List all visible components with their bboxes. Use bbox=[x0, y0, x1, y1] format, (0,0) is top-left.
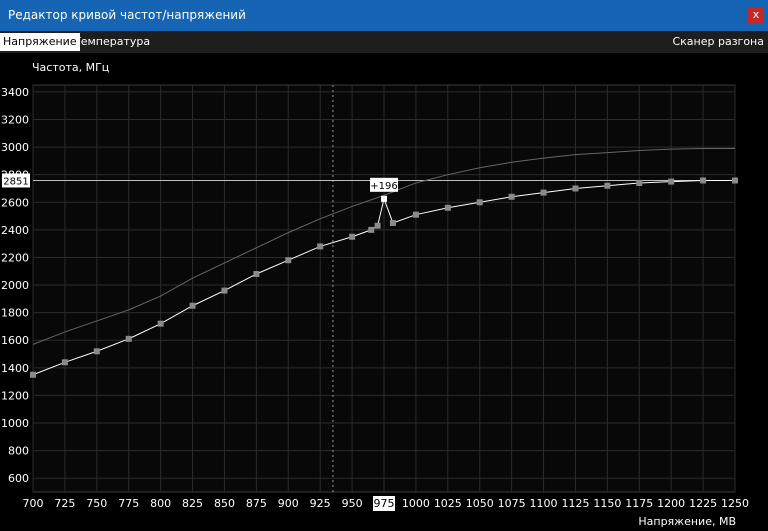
tab-voltage[interactable]: Напряжение bbox=[0, 33, 80, 51]
selected-curve-point bbox=[381, 195, 387, 202]
curve-point bbox=[374, 222, 381, 229]
curve-point bbox=[444, 204, 451, 211]
curve-point bbox=[253, 271, 260, 278]
y-tick-label: 600 bbox=[8, 472, 29, 485]
curve-point bbox=[125, 335, 132, 342]
x-tick-label: 900 bbox=[278, 497, 299, 510]
y-tick-label: 2800 bbox=[1, 169, 29, 182]
x-tick-label: 1100 bbox=[530, 497, 558, 510]
x-tick-label: 875 bbox=[246, 497, 267, 510]
offset-label-box bbox=[370, 177, 398, 192]
selected-voltage-label: 975 bbox=[374, 497, 395, 510]
x-tick-label: 825 bbox=[182, 497, 203, 510]
x-tick-label: 1125 bbox=[561, 497, 589, 510]
x-tick-label: 700 bbox=[23, 497, 44, 510]
x-tick-label: 950 bbox=[342, 497, 363, 510]
tab-temperature[interactable]: Температура bbox=[71, 33, 153, 51]
x-tick-label: 725 bbox=[54, 497, 75, 510]
curve-point bbox=[389, 219, 396, 226]
plot-area bbox=[32, 84, 736, 493]
curve-point bbox=[540, 189, 547, 196]
selected-voltage-highlight bbox=[373, 496, 395, 511]
vf-curve-chart[interactable]: 600 800 1000 1200 1400 1600 1800 2000 2200 2400 26… bbox=[0, 0, 768, 531]
y-tick-label: 2200 bbox=[1, 251, 29, 264]
x-tick-label: 850 bbox=[214, 497, 235, 510]
title-bar: Редактор кривой частот/напряжений x bbox=[0, 0, 768, 31]
curve-point bbox=[93, 348, 100, 355]
y-tick-label: 3000 bbox=[1, 141, 29, 154]
x-tick-label: 775 bbox=[118, 497, 139, 510]
window-title: Редактор кривой частот/напряжений bbox=[8, 8, 246, 22]
curve-point bbox=[476, 199, 483, 206]
curve-point bbox=[508, 193, 515, 200]
y-tick-label: 1200 bbox=[1, 389, 29, 402]
x-tick-label: 750 bbox=[86, 497, 107, 510]
y-tick-label: 800 bbox=[8, 445, 29, 458]
x-tick-label: 800 bbox=[150, 497, 171, 510]
y-tick-label: 1600 bbox=[1, 334, 29, 347]
curve-point bbox=[700, 177, 707, 184]
y-tick-label: 2000 bbox=[1, 279, 29, 292]
y-tick-label: 1400 bbox=[1, 362, 29, 375]
curve-point bbox=[285, 257, 292, 264]
curve-point bbox=[317, 243, 324, 250]
y-axis-title: Частота, МГц bbox=[32, 61, 110, 74]
x-tick-label: 1025 bbox=[434, 497, 462, 510]
curve-point bbox=[61, 359, 68, 366]
curve-point bbox=[368, 226, 375, 233]
x-tick-label: 1075 bbox=[498, 497, 526, 510]
curve-point bbox=[157, 320, 164, 327]
x-tick-label: 1175 bbox=[625, 497, 653, 510]
curve-point bbox=[668, 178, 675, 185]
x-tick-label: 925 bbox=[310, 497, 331, 510]
overclock-scanner-button[interactable]: Сканер разгона bbox=[669, 33, 767, 51]
x-tick-label: 1200 bbox=[657, 497, 685, 510]
y-tick-label: 2600 bbox=[1, 196, 29, 209]
y-tick-label: 3400 bbox=[1, 86, 29, 99]
x-tick-label: 1000 bbox=[402, 497, 430, 510]
offset-label: +196 bbox=[370, 181, 397, 192]
vf-curve-line bbox=[32, 179, 735, 376]
reference-curve-line bbox=[32, 147, 735, 345]
x-tick-label: 1225 bbox=[689, 497, 717, 510]
x-tick-label: 1150 bbox=[593, 497, 621, 510]
current-frequency-label-box bbox=[2, 173, 30, 188]
y-tick-label: 3200 bbox=[1, 113, 29, 126]
close-button[interactable]: x bbox=[748, 7, 764, 24]
curve-point bbox=[412, 211, 419, 218]
y-tick-label: 2400 bbox=[1, 224, 29, 237]
x-axis-title: Напряжение, МВ bbox=[638, 515, 736, 528]
y-tick-label: 1800 bbox=[1, 307, 29, 320]
x-tick-label: 1050 bbox=[466, 497, 494, 510]
curve-point bbox=[349, 233, 356, 240]
curve-point bbox=[732, 177, 738, 184]
x-tick-label: 1250 bbox=[721, 497, 749, 510]
curve-point bbox=[221, 287, 228, 294]
curve-point bbox=[604, 182, 611, 189]
curve-point bbox=[636, 179, 643, 186]
tab-bar: Напряжение Температура Сканер разгона bbox=[0, 31, 768, 53]
curve-point bbox=[30, 371, 36, 378]
curve-point bbox=[572, 185, 579, 192]
current-frequency-label: 2851 bbox=[3, 176, 28, 187]
y-tick-label: 1000 bbox=[1, 417, 29, 430]
curve-point bbox=[189, 302, 196, 309]
